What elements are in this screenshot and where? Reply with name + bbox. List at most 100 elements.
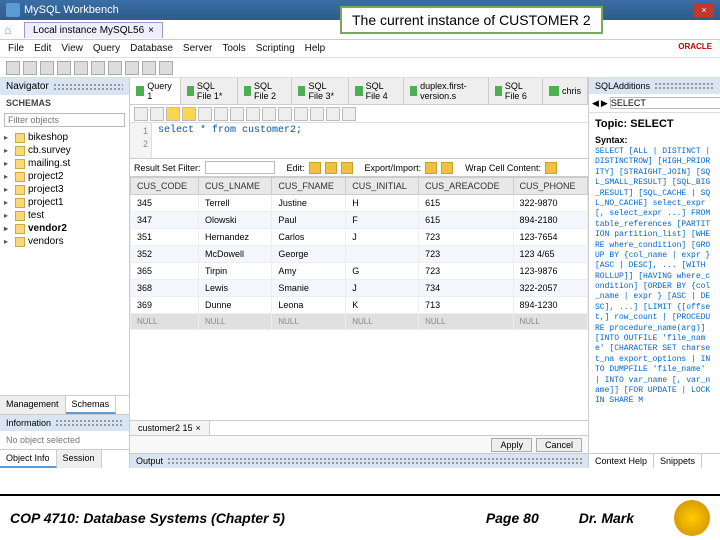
delete-row-icon[interactable] (341, 162, 353, 174)
find-icon[interactable] (310, 107, 324, 121)
query-tabbar: Query 1 SQL File 1* SQL File 2 SQL File … (130, 78, 588, 105)
execute-icon[interactable] (166, 107, 180, 121)
main-toolbar (0, 58, 720, 78)
connection-tab[interactable]: Local instance MySQL56 × (24, 22, 163, 38)
tab-object-info[interactable]: Object Info (0, 450, 57, 468)
status-vars-icon[interactable] (108, 61, 122, 75)
information-header: Information (0, 415, 129, 431)
action-bar: Apply Cancel (130, 435, 588, 453)
new-sql-icon[interactable] (6, 61, 20, 75)
tab-context-help[interactable]: Context Help (589, 454, 654, 468)
schema-tree[interactable]: ▸bikeshop ▸cb.survey ▸mailing.st ▸projec… (0, 129, 129, 395)
menu-database[interactable]: Database (130, 43, 173, 54)
limit-icon[interactable] (278, 107, 292, 121)
query-tab[interactable]: SQL File 6 (489, 78, 543, 104)
tab-snippets[interactable]: Snippets (654, 454, 702, 468)
menu-query[interactable]: Query (93, 43, 120, 54)
table-row-null[interactable]: NULLNULLNULLNULLNULLNULL (131, 314, 588, 330)
query-tab[interactable]: SQL File 1* (181, 78, 238, 104)
col-header[interactable]: CUS_INITIAL (346, 178, 419, 195)
result-filter-input[interactable] (205, 161, 275, 174)
import-icon[interactable] (441, 162, 453, 174)
execute-current-icon[interactable] (182, 107, 196, 121)
table-row[interactable]: 369DunneLeonaK713894-1230 (131, 297, 588, 314)
sql-tab-icon[interactable] (40, 61, 54, 75)
server-status-icon[interactable] (57, 61, 71, 75)
menu-tools[interactable]: Tools (222, 43, 245, 54)
menu-help[interactable]: Help (305, 43, 326, 54)
commit-icon[interactable] (230, 107, 244, 121)
rollback-icon[interactable] (246, 107, 260, 121)
result-tab[interactable]: customer2 15 × (130, 421, 210, 435)
author: Dr. Mark (579, 510, 634, 526)
col-header[interactable]: CUS_AREACODE (419, 178, 513, 195)
table-row[interactable]: 365TirpinAmyG723123-9876 (131, 263, 588, 280)
table-row[interactable]: 352McDowellGeorge723123 4/65 (131, 246, 588, 263)
export-icon[interactable] (425, 162, 437, 174)
save-icon[interactable] (150, 107, 164, 121)
menu-view[interactable]: View (61, 43, 83, 54)
result-grid[interactable]: CUS_CODE CUS_LNAME CUS_FNAME CUS_INITIAL… (130, 177, 588, 420)
instance-icon[interactable] (159, 61, 173, 75)
nav-tab-schemas[interactable]: Schemas (66, 396, 117, 414)
sql-text[interactable]: select * from customer2; (152, 123, 588, 158)
table-row[interactable]: 368LewisSmanieJ734322-2057 (131, 280, 588, 297)
db-icon (15, 172, 25, 182)
menu-edit[interactable]: Edit (34, 43, 51, 54)
home-icon[interactable]: ⌂ (4, 23, 18, 37)
menu-scripting[interactable]: Scripting (256, 43, 295, 54)
schema-filter-input[interactable] (4, 113, 125, 127)
tree-item: ▸vendors (4, 235, 125, 248)
close-button[interactable]: × (694, 3, 714, 17)
query-tab[interactable]: SQL File 2 (238, 78, 292, 104)
sql-file-icon (244, 86, 251, 96)
col-header[interactable]: CUS_FNAME (272, 178, 346, 195)
query-tab[interactable]: duplex.first-version.s (404, 78, 489, 104)
sql-editor[interactable]: 1 2 select * from customer2; (130, 123, 588, 159)
invisible-icon[interactable] (326, 107, 340, 121)
query-tab[interactable]: chris (543, 78, 588, 104)
col-header[interactable]: CUS_LNAME (198, 178, 271, 195)
wrap-icon[interactable] (342, 107, 356, 121)
db-icon (15, 224, 25, 234)
query-tab[interactable]: SQL File 4 (349, 78, 403, 104)
data-export-icon[interactable] (125, 61, 139, 75)
table-row[interactable]: 351HernandezCarlosJ723123-7654 (131, 229, 588, 246)
tab-session[interactable]: Session (57, 450, 102, 468)
tree-item: ▸cb.survey (4, 144, 125, 157)
client-conn-icon[interactable] (74, 61, 88, 75)
edit-icon[interactable] (309, 162, 321, 174)
apply-button[interactable]: Apply (491, 438, 532, 452)
open-file-icon[interactable] (23, 61, 37, 75)
query-tab[interactable]: SQL File 3* (292, 78, 349, 104)
sql-toolbar (130, 105, 588, 123)
nav-fwd-icon[interactable]: ▶ (601, 98, 608, 109)
syntax-label: Syntax: (595, 135, 628, 145)
menu-file[interactable]: File (8, 43, 24, 54)
help-search-input[interactable] (610, 97, 720, 109)
tree-item: ▸mailing.st (4, 157, 125, 170)
users-icon[interactable] (91, 61, 105, 75)
nav-tab-management[interactable]: Management (0, 396, 66, 414)
close-icon[interactable]: × (196, 423, 201, 433)
sql-file-icon (355, 86, 362, 96)
table-row[interactable]: 347OlowskiPaulF615894-2180 (131, 212, 588, 229)
filter-label: Result Set Filter: (134, 163, 201, 173)
close-icon[interactable]: × (148, 25, 154, 36)
query-tab[interactable]: Query 1 (130, 78, 181, 104)
stop-icon[interactable] (214, 107, 228, 121)
data-import-icon[interactable] (142, 61, 156, 75)
cancel-button[interactable]: Cancel (536, 438, 582, 452)
tree-item: ▸test (4, 209, 125, 222)
table-row[interactable]: 345TerrellJustineH615322-9870 (131, 195, 588, 212)
beautify-icon[interactable] (294, 107, 308, 121)
add-row-icon[interactable] (325, 162, 337, 174)
autocommit-icon[interactable] (262, 107, 276, 121)
explain-icon[interactable] (198, 107, 212, 121)
menu-server[interactable]: Server (183, 43, 212, 54)
wrap-cell-icon[interactable] (545, 162, 557, 174)
nav-back-icon[interactable]: ◀ (592, 98, 599, 109)
col-header[interactable]: CUS_PHONE (513, 178, 588, 195)
col-header[interactable]: CUS_CODE (131, 178, 199, 195)
open-icon[interactable] (134, 107, 148, 121)
